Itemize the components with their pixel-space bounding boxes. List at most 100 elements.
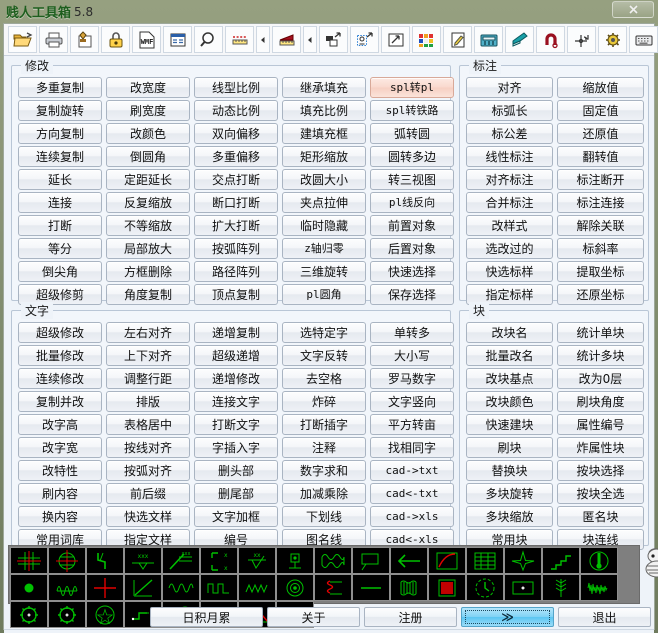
modify-button-0-8[interactable]: 倒尖角: [18, 261, 102, 282]
block-button-1-8[interactable]: 匿名块: [557, 506, 644, 527]
modify-button-2-2[interactable]: 双向偏移: [194, 123, 278, 144]
modify-button-3-6[interactable]: 临时隐藏: [282, 215, 366, 236]
modify-button-4-6[interactable]: 前置对象: [370, 215, 454, 236]
text-button-1-1[interactable]: 上下对齐: [106, 345, 190, 366]
text-button-2-7[interactable]: 删尾部: [194, 483, 278, 504]
chevron-down-icon-button-2[interactable]: [303, 26, 317, 53]
modify-button-1-1[interactable]: 刷宽度: [106, 100, 190, 121]
print-icon-button[interactable]: [39, 26, 68, 53]
annotation-button-0-0[interactable]: 对齐: [466, 77, 553, 98]
modify-button-4-3[interactable]: 圆转多边: [370, 146, 454, 167]
modify-button-0-0[interactable]: 多重复制: [18, 77, 102, 98]
text-button-4-2[interactable]: 罗马数字: [370, 368, 454, 389]
modify-button-3-8[interactable]: 三维旋转: [282, 261, 366, 282]
annotation-button-0-1[interactable]: 标弧长: [466, 100, 553, 121]
stairs-icon-cell[interactable]: [542, 547, 580, 574]
corner-xy-icon-cell[interactable]: xx: [200, 547, 238, 574]
spring-hook-icon-cell[interactable]: [314, 574, 352, 601]
annotation-button-1-8[interactable]: 提取坐标: [557, 261, 644, 282]
crosshair-grid-icon-cell[interactable]: [10, 547, 48, 574]
modify-button-3-4[interactable]: 改圆大小: [282, 169, 366, 190]
modify-button-2-3[interactable]: 多重偏移: [194, 146, 278, 167]
modify-button-4-1[interactable]: spl转铁路: [370, 100, 454, 121]
modify-button-0-1[interactable]: 复制旋转: [18, 100, 102, 121]
modify-button-4-5[interactable]: pl线反向: [370, 192, 454, 213]
annotation-button-0-4[interactable]: 对齐标注: [466, 169, 553, 190]
text-button-3-5[interactable]: 注释: [282, 437, 366, 458]
modify-button-2-1[interactable]: 动态比例: [194, 100, 278, 121]
brush-page-icon-button[interactable]: [70, 26, 99, 53]
text-button-3-7[interactable]: 加减乘除: [282, 483, 366, 504]
clock-icon-cell[interactable]: [466, 574, 504, 601]
red-wedge-ruler-icon-button[interactable]: [272, 26, 301, 53]
block-button-0-6[interactable]: 替换块: [466, 460, 553, 481]
text-button-2-0[interactable]: 递增复制: [194, 322, 278, 343]
annotation-button-0-5[interactable]: 合并标注: [466, 192, 553, 213]
text-button-4-6[interactable]: cad->txt: [370, 460, 454, 481]
hatch-square-icon-cell[interactable]: [428, 574, 466, 601]
calculator-icon-button[interactable]: [474, 26, 503, 53]
modify-button-0-4[interactable]: 延长: [18, 169, 102, 190]
modify-button-1-5[interactable]: 反复缩放: [106, 192, 190, 213]
modify-button-1-6[interactable]: 不等缩放: [106, 215, 190, 236]
modify-button-3-9[interactable]: pl圆角: [282, 284, 366, 305]
text-button-3-8[interactable]: 下划线: [282, 506, 366, 527]
text-button-3-2[interactable]: 去空格: [282, 368, 366, 389]
ruler-dotted-icon-button[interactable]: [225, 26, 254, 53]
straight-line-icon-cell[interactable]: [352, 574, 390, 601]
text-button-0-4[interactable]: 改字高: [18, 414, 102, 435]
monument-icon-cell[interactable]: [276, 547, 314, 574]
text-button-2-4[interactable]: 打断文字: [194, 414, 278, 435]
annotation-button-0-3[interactable]: 线性标注: [466, 146, 553, 167]
modify-button-1-2[interactable]: 改颜色: [106, 123, 190, 144]
text-button-0-3[interactable]: 复制并改: [18, 391, 102, 412]
text-button-0-5[interactable]: 改字宽: [18, 437, 102, 458]
keyboard-icon-button[interactable]: [629, 26, 658, 53]
left-arrow-icon-cell[interactable]: [390, 547, 428, 574]
block-button-0-4[interactable]: 快速建块: [466, 414, 553, 435]
text-button-4-4[interactable]: 平方转亩: [370, 414, 454, 435]
check-slope-icon-cell[interactable]: xx: [238, 547, 276, 574]
coil-spring-icon-cell[interactable]: [48, 574, 86, 601]
block-button-1-0[interactable]: 统计单块: [557, 322, 644, 343]
lightning-icon-cell[interactable]: [86, 547, 124, 574]
annotation-button-1-4[interactable]: 标注断开: [557, 169, 644, 190]
exit-button[interactable]: 退出: [558, 607, 651, 627]
text-button-1-4[interactable]: 表格居中: [106, 414, 190, 435]
modify-button-0-5[interactable]: 连接: [18, 192, 102, 213]
text-button-0-7[interactable]: 刷内容: [18, 483, 102, 504]
text-button-3-1[interactable]: 文字反转: [282, 345, 366, 366]
modify-button-2-8[interactable]: 路径阵列: [194, 261, 278, 282]
edit-page-icon-button[interactable]: [443, 26, 472, 53]
triangle-wave-icon-cell[interactable]: [238, 574, 276, 601]
block-button-1-6[interactable]: 按块选择: [557, 460, 644, 481]
block-button-1-4[interactable]: 属性编号: [557, 414, 644, 435]
sine-wave-icon-cell[interactable]: [162, 574, 200, 601]
color-palette-icon-button[interactable]: [412, 26, 441, 53]
tree-branch-icon-cell[interactable]: [542, 574, 580, 601]
block-button-1-5[interactable]: 炸属性块: [557, 437, 644, 458]
text-button-1-0[interactable]: 左右对齐: [106, 322, 190, 343]
text-button-4-1[interactable]: 大小写: [370, 345, 454, 366]
text-button-2-6[interactable]: 删头部: [194, 460, 278, 481]
modify-button-2-5[interactable]: 断口打断: [194, 192, 278, 213]
more-button[interactable]: ≫: [461, 607, 554, 627]
text-button-3-3[interactable]: 炸碎: [282, 391, 366, 412]
text-button-1-3[interactable]: 排版: [106, 391, 190, 412]
text-button-3-0[interactable]: 选特定字: [282, 322, 366, 343]
text-button-2-1[interactable]: 超级递增: [194, 345, 278, 366]
modify-button-2-0[interactable]: 线型比例: [194, 77, 278, 98]
text-button-2-8[interactable]: 文字加框: [194, 506, 278, 527]
open-folder-icon-button[interactable]: [8, 26, 37, 53]
modify-button-1-3[interactable]: 倒圆角: [106, 146, 190, 167]
noise-signal-icon-cell[interactable]: [580, 574, 618, 601]
modify-button-3-7[interactable]: z轴归零: [282, 238, 366, 259]
modify-button-2-7[interactable]: 按弧阵列: [194, 238, 278, 259]
cross-axis-icon-cell[interactable]: [86, 574, 124, 601]
block-button-0-8[interactable]: 多块缩放: [466, 506, 553, 527]
daily-accumulate-button[interactable]: 日积月累: [150, 607, 263, 627]
annotation-button-0-8[interactable]: 快选标样: [466, 261, 553, 282]
block-button-0-5[interactable]: 刷块: [466, 437, 553, 458]
lock-icon-button[interactable]: [101, 26, 130, 53]
block-button-1-7[interactable]: 按块全选: [557, 483, 644, 504]
